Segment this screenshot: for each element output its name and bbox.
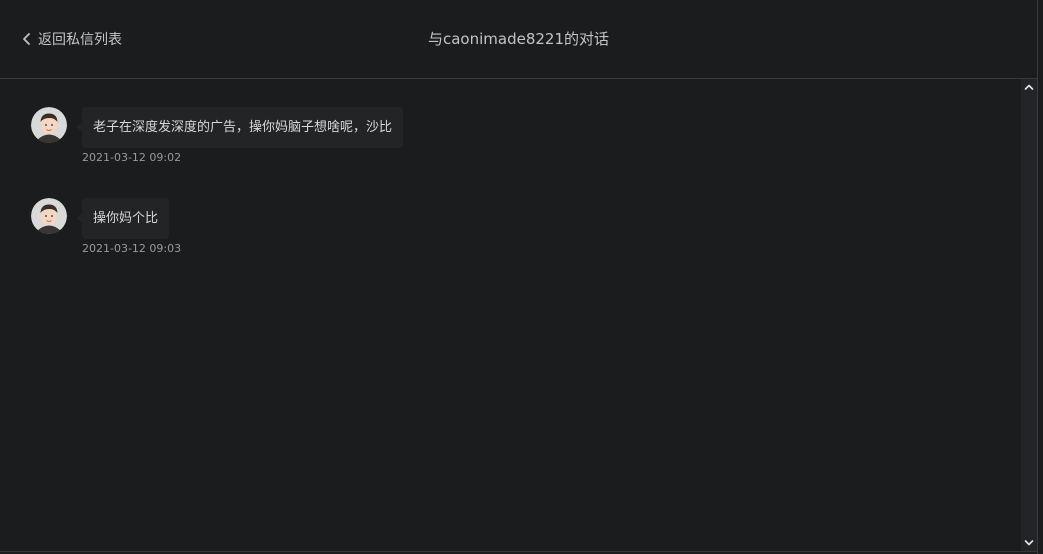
- conversation-header: 返回私信列表 与caonimade8221的对话: [0, 0, 1037, 79]
- message-bubble: 老子在深度发深度的广告，操你妈脑子想啥呢，沙比: [76, 107, 404, 148]
- chevron-down-icon: [1024, 540, 1034, 546]
- user-avatar-icon[interactable]: [31, 107, 67, 143]
- scroll-down-button[interactable]: [1021, 535, 1037, 551]
- conversation-title: 与caonimade8221的对话: [427, 30, 610, 48]
- message-timestamp: 2021-03-12 09:02: [82, 151, 182, 164]
- vertical-scrollbar[interactable]: [1021, 79, 1037, 551]
- message-timestamp: 2021-03-12 09:03: [82, 242, 182, 255]
- window-edge-divider: [1037, 0, 1038, 554]
- scroll-up-button[interactable]: [1021, 79, 1037, 95]
- conversation-window: 返回私信列表 与caonimade8221的对话 老子在深度发深度的广告，操你妈…: [0, 0, 1043, 554]
- user-avatar-icon[interactable]: [31, 198, 67, 234]
- message-bubble: 操你妈个比: [76, 198, 170, 239]
- bottom-divider: [0, 551, 1037, 552]
- chevron-up-icon: [1024, 84, 1034, 90]
